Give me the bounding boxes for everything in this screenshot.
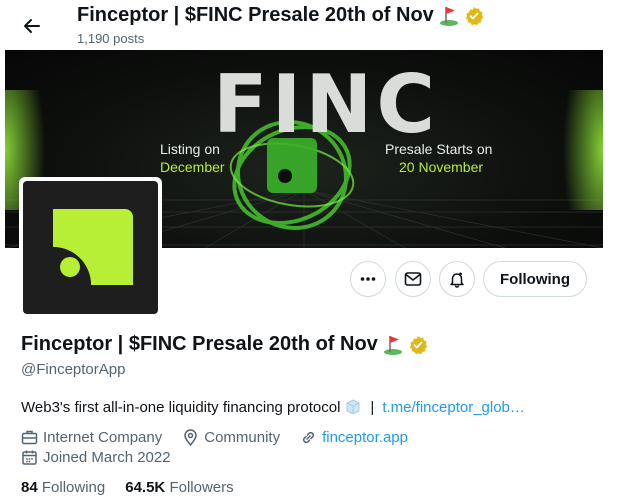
avatar-image	[23, 181, 158, 314]
following-button[interactable]: Following	[483, 261, 587, 297]
profile-stats: 84 Following 64.5K Followers	[21, 479, 234, 496]
profile-website[interactable]: finceptor.app	[300, 429, 408, 446]
link-icon	[303, 431, 315, 444]
bio-separator: |	[370, 398, 375, 416]
profile-joined-text: Joined March 2022	[43, 449, 171, 466]
banner-listing-line1: Listing on	[160, 141, 220, 157]
banner-presale-line1: Presale Starts on	[385, 141, 493, 157]
profile-website-link[interactable]: finceptor.app	[322, 429, 408, 446]
banner-presale-line2: 20 November	[399, 159, 484, 175]
profile-bio: Web3's first all-in-one liquidity financ…	[21, 398, 525, 416]
message-icon	[404, 272, 422, 286]
bio-text: Web3's first all-in-one liquidity financ…	[21, 398, 341, 416]
golf-flag-emoji	[439, 6, 458, 26]
bio-telegram-link[interactable]: t.me/finceptor_glob…	[382, 399, 525, 416]
profile-location-text: Community	[204, 429, 281, 446]
header-title-text: Finceptor | $FINC Presale 20th of Nov	[77, 4, 434, 26]
profile-meta-row: Internet Company Community finceptor.app	[21, 429, 408, 446]
profile-joined: Joined March 2022	[21, 449, 171, 466]
finceptor-logo-icon	[53, 209, 133, 285]
banner-presale-text: Presale Starts on 20 November	[385, 140, 492, 176]
notifications-button[interactable]	[439, 261, 475, 297]
followers-label: Followers	[169, 479, 234, 496]
profile-name-text: Finceptor | $FINC Presale 20th of Nov	[21, 333, 378, 355]
banner-logo-text: FINC	[213, 58, 440, 151]
location-icon	[184, 429, 197, 446]
calendar-icon	[22, 450, 37, 465]
profile-avatar[interactable]	[19, 177, 162, 318]
profile-name: Finceptor | $FINC Presale 20th of Nov	[21, 333, 428, 356]
header-title: Finceptor | $FINC Presale 20th of Nov	[77, 4, 484, 27]
banner-listing-line2: December	[160, 159, 225, 175]
following-count: 84	[21, 479, 38, 496]
banner-listing-text: Listing on December	[160, 140, 225, 176]
profile-joined-row: Joined March 2022	[21, 449, 171, 466]
message-button[interactable]	[395, 261, 431, 297]
notification-bell-icon	[450, 272, 464, 288]
briefcase-icon	[21, 430, 38, 445]
more-icon	[360, 277, 376, 281]
posts-count: 1,190 posts	[77, 31, 145, 46]
more-button[interactable]	[350, 261, 386, 297]
verified-badge-icon	[465, 6, 484, 25]
page-margin	[604, 0, 621, 499]
ice-cube-emoji	[347, 399, 360, 415]
profile-location: Community	[182, 429, 280, 446]
profile-handle: @FinceptorApp	[21, 361, 126, 378]
profile-category: Internet Company	[21, 429, 162, 446]
profile-category-text: Internet Company	[43, 429, 163, 446]
back-button[interactable]	[15, 9, 49, 43]
profile-header-bar: Finceptor | $FINC Presale 20th of Nov 1,…	[0, 0, 604, 50]
back-arrow-icon	[24, 19, 40, 33]
following-stat[interactable]: 84 Following	[21, 479, 105, 496]
followers-count: 64.5K	[125, 479, 166, 496]
golf-flag-emoji	[383, 335, 402, 355]
verified-badge-icon[interactable]	[408, 335, 428, 355]
followers-stat[interactable]: 64.5K Followers	[125, 479, 233, 496]
following-label: Following	[41, 479, 106, 496]
